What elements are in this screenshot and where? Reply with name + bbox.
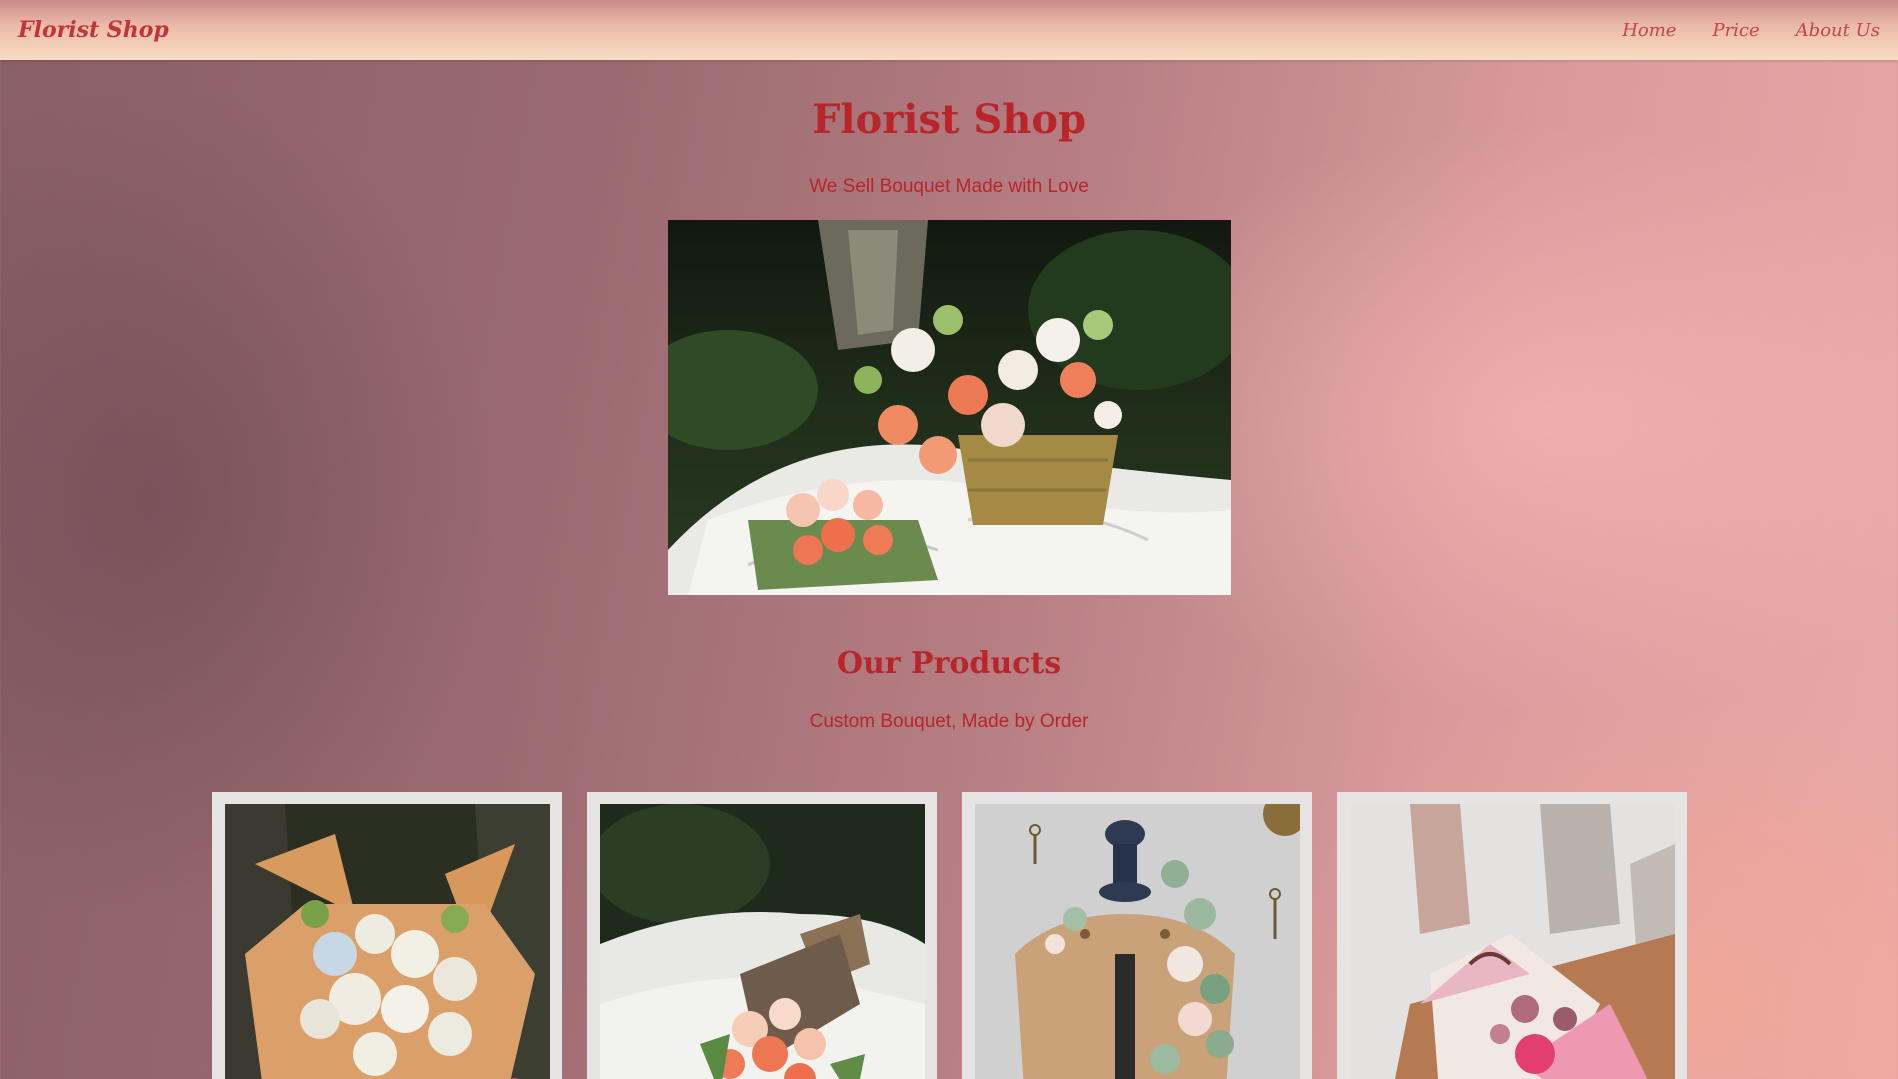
navbar: Florist Shop Home Price About Us — [0, 0, 1898, 60]
white-rose-bouquet-image — [225, 804, 550, 1079]
nav-link-home[interactable]: Home — [1622, 20, 1676, 41]
hero-title: Florist Shop — [811, 96, 1087, 143]
product-card-1[interactable] — [212, 792, 562, 1079]
hero-subtitle: We Sell Bouquet Made with Love — [809, 176, 1089, 197]
product-card-4[interactable] — [1337, 792, 1687, 1079]
product-card-3[interactable] — [962, 792, 1312, 1079]
products-subtitle: Custom Bouquet, Made by Order — [809, 711, 1089, 732]
product-grid — [212, 792, 1687, 1079]
nav-links: Home Price About Us — [1622, 20, 1880, 41]
products-title: Our Products — [836, 646, 1062, 681]
product-card-2[interactable] — [587, 792, 937, 1079]
mannequin-floral-image — [975, 804, 1300, 1079]
brand-logo[interactable]: Florist Shop — [18, 17, 169, 43]
nav-link-about-us[interactable]: About Us — [1796, 20, 1880, 41]
peach-carnation-bouquet-image — [600, 804, 925, 1079]
pink-rose-bouquet-image — [1350, 804, 1675, 1079]
nav-link-price[interactable]: Price — [1712, 20, 1759, 41]
hero-image — [668, 220, 1231, 595]
